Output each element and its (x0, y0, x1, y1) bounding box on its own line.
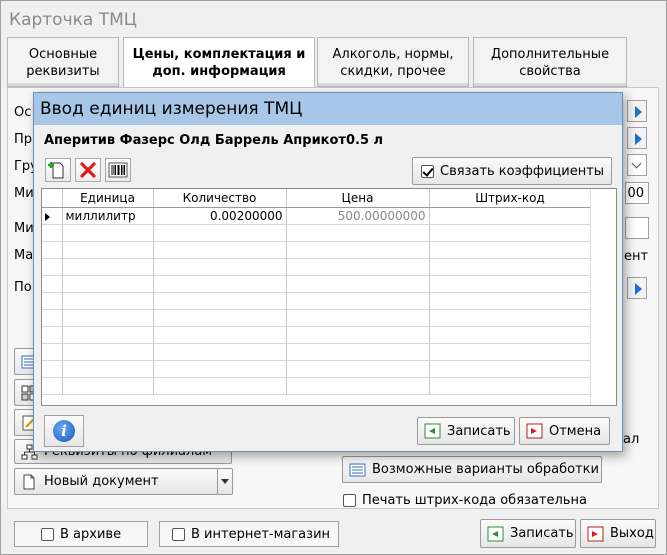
dropdown-arrow-icon (221, 479, 229, 484)
units-table: Единица Количество Цена Штрих-код миллил… (42, 189, 592, 395)
cell-barcode[interactable] (429, 207, 592, 225)
add-row-button[interactable] (45, 158, 71, 182)
numeric-field-value: 00 (627, 186, 644, 201)
column-header-barcode[interactable]: Штрих-код (429, 189, 592, 208)
field-label-fragment: Пр (14, 132, 33, 147)
tab-label: Дополнительные свойства (490, 47, 610, 79)
tab-label: Алкоголь, нормы, скидки, прочее (332, 47, 454, 79)
save-button[interactable]: Записать (480, 519, 576, 548)
tab-additional-properties[interactable]: Дополнительные свойства (473, 37, 627, 87)
processing-variants-button[interactable]: Возможные варианты обработки (342, 456, 602, 483)
checkbox-box[interactable] (41, 527, 54, 541)
barcode-button[interactable] (105, 158, 131, 182)
document-icon (21, 474, 38, 490)
tab-label: Цены, комплектация и доп. информация (132, 47, 306, 79)
select-arrow-button[interactable] (627, 100, 647, 122)
indicator-header (42, 189, 63, 208)
new-document-dropdown[interactable] (217, 468, 233, 495)
product-name: Аперитив Фазерс Олд Баррель Априкот0.5 л (44, 133, 384, 148)
dialog-cancel-label: Отмена (549, 423, 602, 439)
field-label-fragment: По (14, 280, 32, 295)
barcode-required-checkbox[interactable]: Печать штрих-кода обязательна (343, 493, 587, 508)
new-document-button[interactable]: Новый документ (14, 468, 218, 495)
window-title: Карточка ТМЦ (1, 1, 666, 37)
tab-alcohol-norms[interactable]: Алкоголь, нормы, скидки, прочее (317, 37, 469, 87)
field-label-fragment: Ма (14, 248, 34, 263)
cell-price[interactable]: 500.00000000 (286, 207, 430, 225)
dialog-title: Ввод единиц измерения ТМЦ (34, 93, 622, 125)
delete-icon (80, 162, 96, 178)
new-document-label: Новый документ (44, 474, 159, 489)
empty-row (42, 326, 592, 344)
empty-row (42, 224, 592, 242)
empty-row (42, 241, 592, 259)
link-coefficients-label: Связать коэффициенты (440, 163, 605, 179)
select-arrow-button[interactable] (627, 127, 647, 149)
archive-label: В архиве (60, 526, 122, 542)
empty-row (42, 275, 592, 293)
column-header-price[interactable]: Цена (286, 189, 430, 208)
cell-unit[interactable]: миллилитр (62, 207, 154, 225)
tab-label: Основные реквизиты (26, 47, 100, 79)
exit-label: Выход (610, 526, 654, 541)
cell-quantity[interactable]: 0.00200000 (153, 207, 287, 225)
table-header-row: Единица Количество Цена Штрих-код (42, 189, 592, 208)
table-row[interactable]: миллилитр 0.00200000 500.00000000 (42, 207, 592, 225)
checkbox-box[interactable] (172, 527, 185, 541)
dialog-cancel-button[interactable]: Отмена (519, 417, 610, 445)
tab-main-details[interactable]: Основные реквизиты (7, 37, 119, 87)
archive-checkbox[interactable]: В архиве (14, 521, 148, 547)
select-arrow-button[interactable] (627, 277, 647, 299)
field-label-fragment: Ми (14, 186, 34, 201)
save-label: Записать (510, 526, 574, 541)
numeric-field[interactable]: 00 (625, 182, 649, 204)
delete-row-button[interactable] (75, 158, 101, 182)
empty-row (42, 292, 592, 310)
empty-row (42, 309, 592, 327)
barcode-icon (108, 162, 128, 178)
column-header-unit[interactable]: Единица (62, 189, 154, 208)
field-label-fragment: Ос (14, 105, 32, 120)
dropdown-arrow[interactable] (627, 154, 647, 176)
barcode-required-label: Печать штрих-кода обязательна (362, 493, 587, 508)
add-document-icon (48, 162, 64, 179)
units-grid[interactable]: Единица Количество Цена Штрих-код миллил… (41, 188, 617, 406)
text-field[interactable] (625, 217, 649, 239)
info-button[interactable]: i (44, 415, 84, 447)
webshop-checkbox[interactable]: В интернет-магазин (159, 521, 339, 547)
row-indicator (42, 207, 63, 225)
field-label-fragment: Ми (14, 221, 34, 236)
empty-row (42, 377, 592, 395)
cancel-icon (526, 423, 543, 439)
save-icon (487, 526, 504, 542)
save-icon (424, 423, 441, 439)
units-dialog: Ввод единиц измерения ТМЦ Аперитив Фазер… (33, 92, 623, 452)
field-label-fragment: ент (624, 249, 649, 264)
exit-icon (587, 526, 604, 542)
column-header-quantity[interactable]: Количество (153, 189, 287, 208)
webshop-label: В интернет-магазин (191, 526, 331, 542)
dialog-save-label: Записать (447, 423, 511, 439)
empty-row (42, 360, 592, 378)
dialog-save-button[interactable]: Записать (417, 417, 515, 445)
empty-row (42, 343, 592, 361)
tab-prices-components[interactable]: Цены, комплектация и доп. информация (123, 37, 315, 89)
checkbox-box[interactable] (343, 494, 356, 507)
vertical-scrollbar[interactable] (590, 189, 616, 405)
link-coefficients-checkbox[interactable] (421, 164, 434, 178)
field-label-fragment: ал (623, 432, 640, 447)
current-row-icon (45, 212, 50, 221)
link-coefficients-toggle[interactable]: Связать коэффициенты (412, 157, 612, 185)
exit-button[interactable]: Выход (580, 519, 656, 548)
info-icon: i (53, 420, 75, 442)
processing-variants-label: Возможные варианты обработки (372, 462, 599, 477)
list-icon (349, 462, 366, 478)
empty-row (42, 258, 592, 276)
